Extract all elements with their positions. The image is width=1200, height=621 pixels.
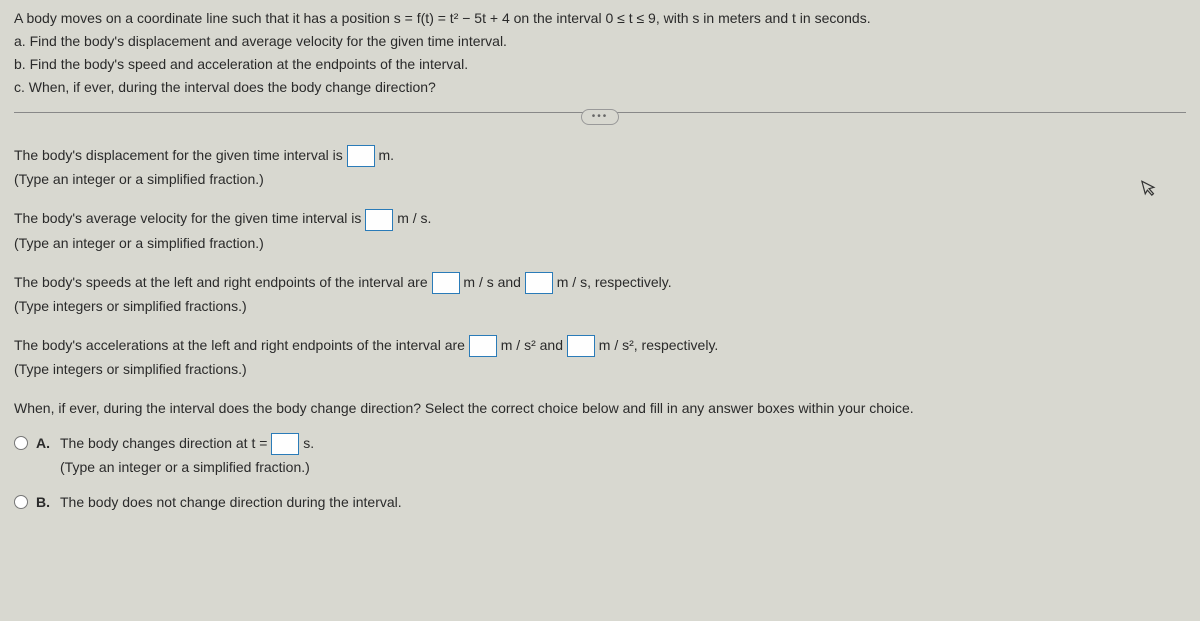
option-b-row: B. The body does not change direction du… — [14, 492, 1186, 513]
avg-velocity-block: The body's average velocity for the give… — [14, 208, 1186, 253]
problem-statement: A body moves on a coordinate line such t… — [14, 8, 1186, 98]
option-a-prefix: The body changes direction at t = — [60, 435, 271, 451]
accel-suffix: m / s², respectively. — [599, 337, 719, 353]
speed-right-input[interactable] — [525, 272, 553, 294]
direction-question: When, if ever, during the interval does … — [14, 398, 1186, 419]
speeds-mid: m / s and — [463, 274, 524, 290]
problem-intro: A body moves on a coordinate line such t… — [14, 8, 1186, 29]
option-a-letter: A. — [36, 433, 50, 454]
option-a-content: The body changes direction at t = s. (Ty… — [60, 433, 1186, 478]
accel-left-input[interactable] — [469, 335, 497, 357]
avg-velocity-unit: m / s. — [397, 210, 431, 226]
displacement-hint: (Type an integer or a simplified fractio… — [14, 169, 1186, 190]
ellipsis-icon[interactable]: ••• — [581, 109, 620, 125]
option-b-content: The body does not change direction durin… — [60, 492, 1186, 513]
problem-part-b: b. Find the body's speed and acceleratio… — [14, 54, 1186, 75]
accel-right-input[interactable] — [567, 335, 595, 357]
option-b-radio[interactable] — [14, 495, 28, 509]
option-a-unit: s. — [299, 435, 314, 451]
accel-mid: m / s² and — [501, 337, 567, 353]
accelerations-block: The body's accelerations at the left and… — [14, 335, 1186, 380]
avg-velocity-prefix: The body's average velocity for the give… — [14, 210, 361, 226]
speeds-block: The body's speeds at the left and right … — [14, 272, 1186, 317]
ellipsis-separator: ••• — [14, 104, 1186, 125]
speeds-suffix: m / s, respectively. — [557, 274, 672, 290]
option-b-letter: B. — [36, 492, 50, 513]
option-a-radio[interactable] — [14, 436, 28, 450]
displacement-unit: m. — [379, 147, 395, 163]
accel-hint: (Type integers or simplified fractions.) — [14, 359, 1186, 380]
direction-question-block: When, if ever, during the interval does … — [14, 398, 1186, 513]
speeds-prefix: The body's speeds at the left and right … — [14, 274, 428, 290]
displacement-input[interactable] — [347, 145, 375, 167]
option-b-text: The body does not change direction durin… — [60, 494, 402, 510]
displacement-block: The body's displacement for the given ti… — [14, 145, 1186, 190]
option-a-hint: (Type an integer or a simplified fractio… — [60, 457, 1186, 478]
avg-velocity-hint: (Type an integer or a simplified fractio… — [14, 233, 1186, 254]
option-a-row: A. The body changes direction at t = s. … — [14, 433, 1186, 478]
displacement-prefix: The body's displacement for the given ti… — [14, 147, 343, 163]
speeds-hint: (Type integers or simplified fractions.) — [14, 296, 1186, 317]
option-a-input[interactable] — [271, 433, 299, 455]
problem-part-a: a. Find the body's displacement and aver… — [14, 31, 1186, 52]
problem-part-c: c. When, if ever, during the interval do… — [14, 77, 1186, 98]
speed-left-input[interactable] — [432, 272, 460, 294]
accel-prefix: The body's accelerations at the left and… — [14, 337, 465, 353]
avg-velocity-input[interactable] — [365, 209, 393, 231]
